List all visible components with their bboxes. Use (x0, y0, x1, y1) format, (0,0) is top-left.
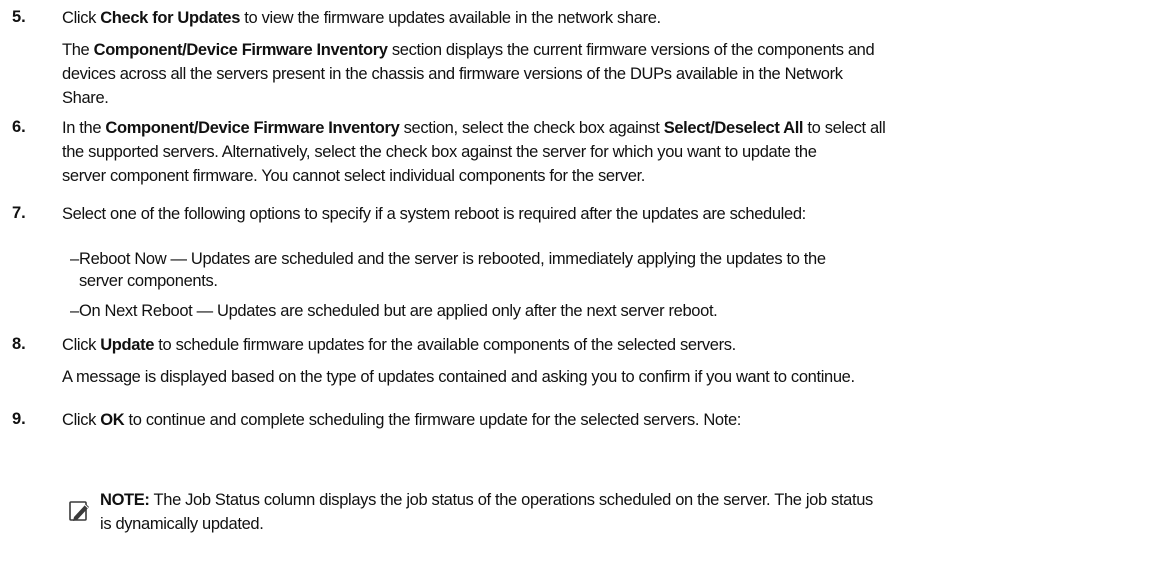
bullet-dash: – (70, 250, 79, 268)
ui-term-component-inventory: Component/Device Firmware Inventory (93, 41, 388, 59)
option-next-reboot-line-1: On Next Reboot — Updates are scheduled b… (79, 302, 718, 320)
step-number: 7. (12, 204, 26, 222)
step-8-line-1: Click Update to schedule firmware update… (62, 336, 736, 354)
step-5-line-1: Click Check for Updates to view the firm… (62, 9, 661, 27)
step-6-line-1: In the Component/Device Firmware Invento… (62, 119, 886, 137)
ui-term-check-for-updates: Check for Updates (100, 9, 241, 27)
step-6-line-3: server component firmware. You cannot se… (62, 167, 646, 185)
ui-term-update: Update (100, 336, 155, 354)
note-line-2: is dynamically updated. (100, 515, 264, 533)
step-number: 5. (12, 8, 26, 26)
step-5-line-4: Share. (62, 89, 109, 107)
step-number: 6. (12, 118, 26, 136)
pencil-note-icon (69, 500, 91, 522)
option-reboot-now-line-1: Reboot Now — Updates are scheduled and t… (79, 250, 826, 268)
step-5-line-2: The Component/Device Firmware Inventory … (62, 41, 875, 59)
step-number: 8. (12, 335, 26, 353)
bullet-dash: – (70, 302, 79, 320)
option-reboot-now-line-2: server components. (79, 272, 218, 290)
note-line-1: NOTE: The Job Status column displays the… (100, 491, 873, 509)
ui-term-ok: OK (100, 411, 125, 429)
ui-term-component-inventory: Component/Device Firmware Inventory (105, 119, 400, 137)
note-label: NOTE: (100, 491, 150, 509)
step-9-line-1: Click OK to continue and complete schedu… (62, 411, 742, 429)
ui-term-select-deselect-all: Select/Deselect All (663, 119, 804, 137)
step-number: 9. (12, 410, 26, 428)
step-8-line-2: A message is displayed based on the type… (62, 368, 855, 386)
step-7-line-1: Select one of the following options to s… (62, 205, 806, 223)
step-6-line-2: the supported servers. Alternatively, se… (62, 143, 817, 161)
step-5-line-3: devices across all the servers present i… (62, 65, 843, 83)
